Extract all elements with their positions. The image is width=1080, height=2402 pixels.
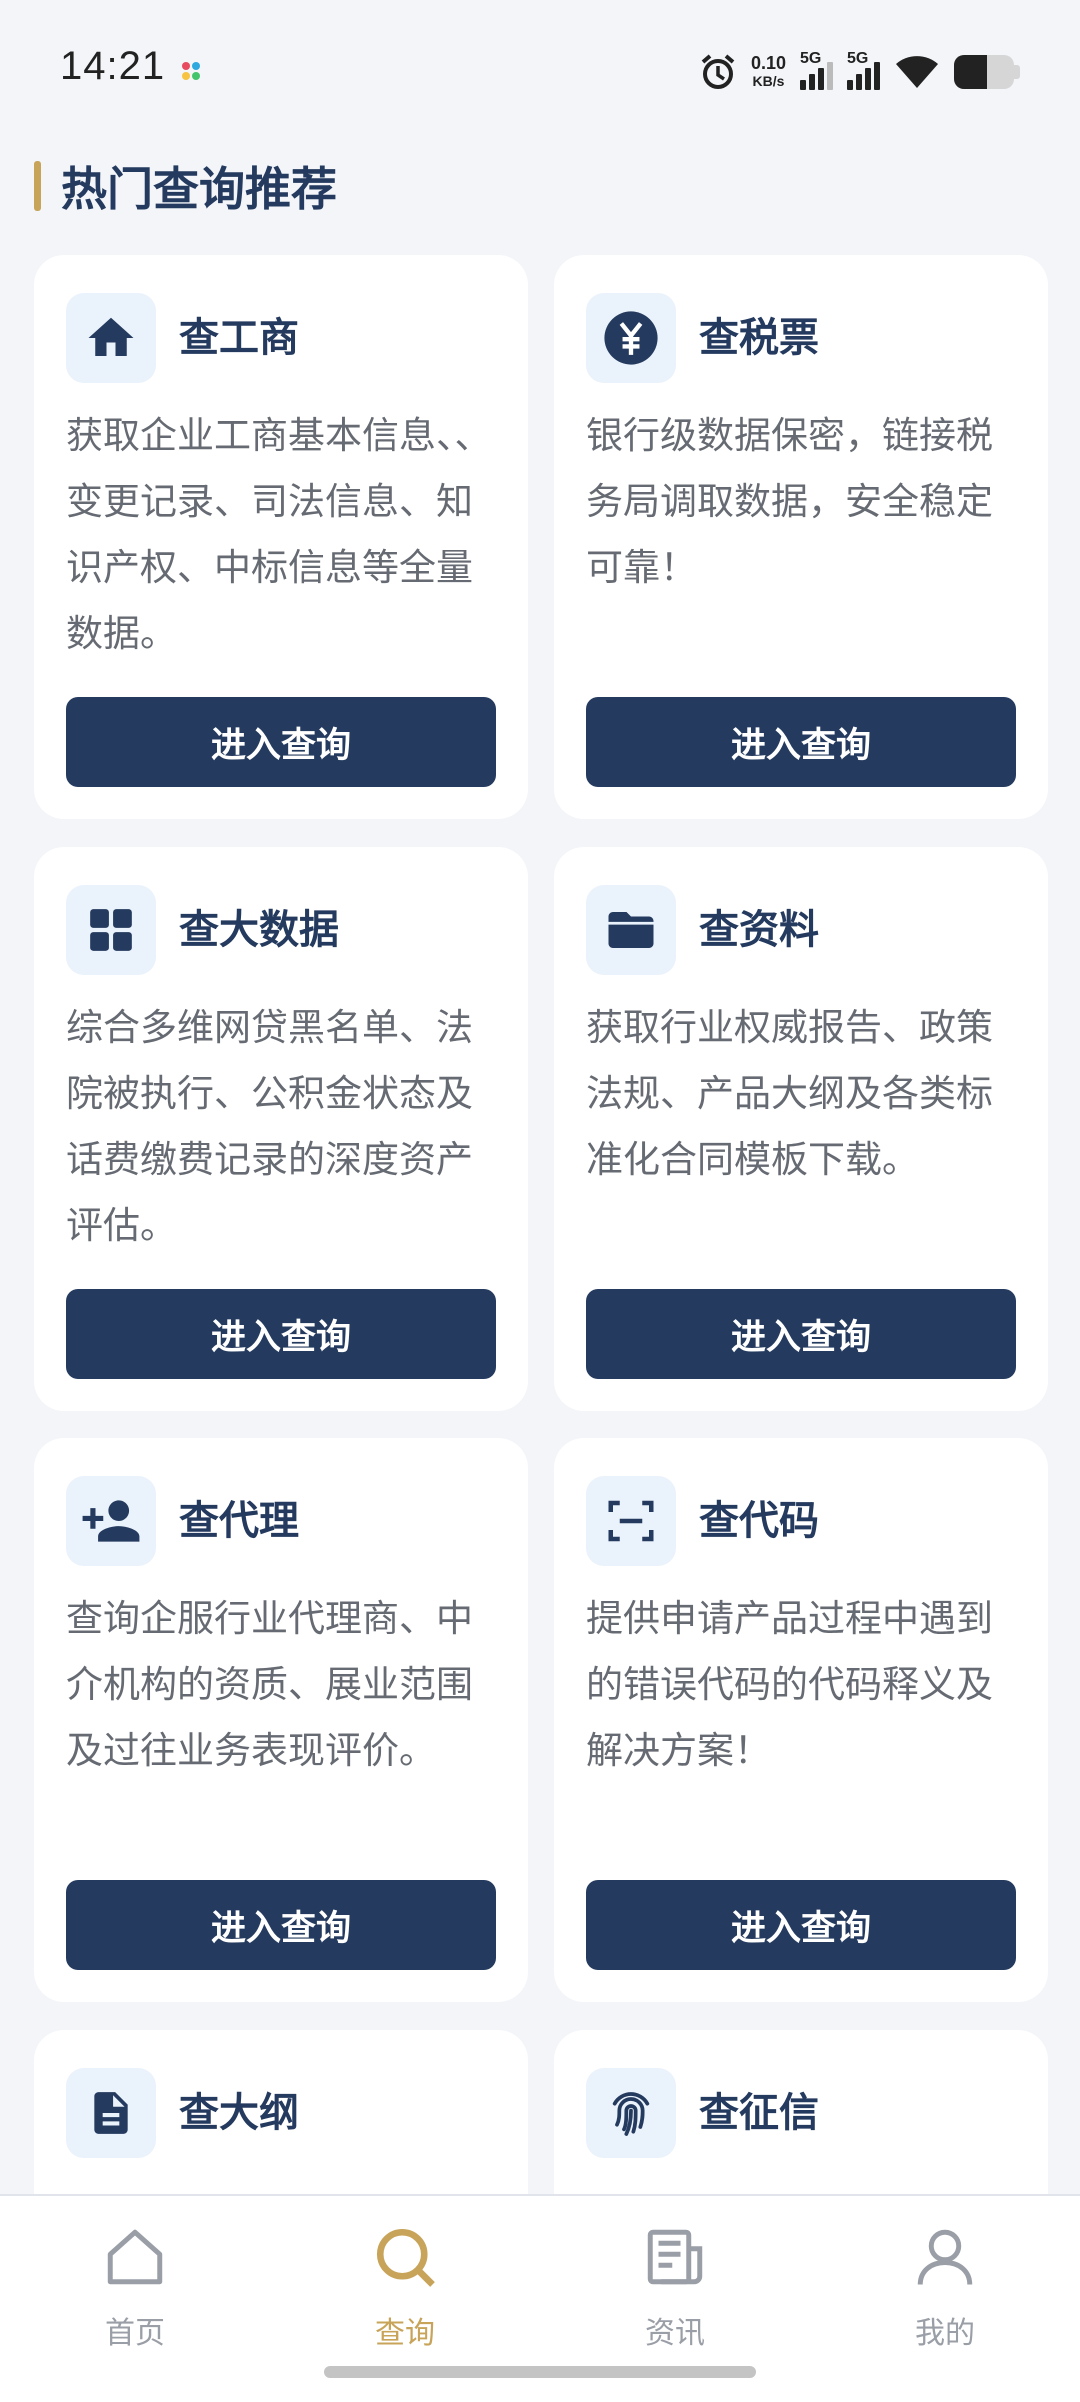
home-indicator[interactable] [324,2366,756,2378]
card-description: 综合多维网贷黑名单、法院被执行、公积金状态及话费缴费记录的深度资产评估。 [66,1007,473,1246]
query-card-agent: 查代理 查询企服行业代理商、中介机构的资质、展业范围及过往业务表现评价。 进入查… [34,1438,528,2002]
user-icon [917,2229,973,2285]
search-icon [376,2228,435,2287]
enter-query-button[interactable]: 进入查询 [66,1289,496,1379]
grid-icon [90,909,132,951]
app-notification-icon [182,62,200,80]
nav-query[interactable]: 查询 [325,2216,485,2356]
card-title: 查资料 [699,908,819,952]
sim2-signal-icon: 5G [847,50,880,90]
status-time: 14:21 [60,44,166,88]
card-title: 查大纲 [179,2091,299,2135]
nav-news[interactable]: 资讯 [595,2216,755,2356]
nav-label: 查询 [375,2317,435,2350]
card-icon-box [66,1476,156,1566]
card-icon-box [586,885,676,975]
query-card-tax: 查税票 银行级数据保密，链接税务局调取数据，安全稳定可靠！ 进入查询 [554,255,1048,819]
fingerprint-icon [612,2092,650,2136]
card-title: 查大数据 [179,908,339,952]
nav-label: 资讯 [645,2317,705,2350]
news-icon [647,2229,703,2285]
status-bar: 14:21 0.10 KB/s 5G 5G [0,0,1080,140]
query-card-bigdata: 查大数据 综合多维网贷黑名单、法院被执行、公积金状态及话费缴费记录的深度资产评估… [34,847,528,1411]
enter-query-button[interactable]: 进入查询 [66,697,496,787]
nav-profile[interactable]: 我的 [865,2216,1025,2356]
folder-icon [608,912,654,948]
document-icon [94,2092,128,2134]
card-icon-box [586,1476,676,1566]
enter-query-button[interactable]: 进入查询 [586,1289,1016,1379]
card-description: 提供申请产品过程中遇到的错误代码的代码释义及解决方案！ [586,1598,993,1771]
card-icon-box [66,885,156,975]
card-title: 查代理 [179,1499,299,1543]
section-title: 热门查询推荐 [61,163,337,215]
card-title: 查税票 [699,316,819,360]
battery-icon [954,55,1020,89]
accent-bar [34,161,41,211]
query-card-business: 查工商 获取企业工商基本信息、、变更记录、司法信息、知识产权、中标信息等全量数据… [34,255,528,819]
query-card-code: 查代码 提供申请产品过程中遇到的错误代码的代码释义及解决方案！ 进入查询 [554,1438,1048,2002]
card-description: 银行级数据保密，链接税务局调取数据，安全稳定可靠！ [586,415,993,588]
card-icon-box [586,2068,676,2158]
scan-icon [608,1500,654,1542]
card-description: 获取企业工商基本信息、、变更记录、司法信息、知识产权、中标信息等全量数据。 [66,415,492,654]
home-outline-icon [107,2229,163,2285]
nav-home[interactable]: 首页 [55,2216,215,2356]
enter-query-button[interactable]: 进入查询 [586,697,1016,787]
wifi-icon [896,56,938,88]
card-icon-box [66,293,156,383]
card-description: 查询企服行业代理商、中介机构的资质、展业范围及过往业务表现评价。 [66,1598,473,1771]
card-title: 查代码 [699,1499,819,1543]
nav-label: 我的 [915,2317,975,2350]
card-icon-box [586,293,676,383]
card-title: 查征信 [699,2091,819,2135]
enter-query-button[interactable]: 进入查询 [586,1880,1016,1970]
card-title: 查工商 [179,316,299,360]
enter-query-button[interactable]: 进入查询 [66,1880,496,1970]
net-speed: 0.10 KB/s [750,53,786,89]
card-icon-box [66,2068,156,2158]
person-add-icon [82,1500,140,1542]
nav-label: 首页 [105,2317,165,2350]
section-header: 热门查询推荐 [34,160,337,215]
home-icon [88,317,134,356]
card-description: 获取行业权威报告、政策法规、产品大纲及各类标准化合同模板下载。 [586,1007,993,1180]
alarm-icon [701,54,735,89]
sim1-signal-icon: 5G [800,50,833,90]
query-card-materials: 查资料 获取行业权威报告、政策法规、产品大纲及各类标准化合同模板下载。 进入查询 [554,847,1048,1411]
yen-icon [604,311,658,365]
